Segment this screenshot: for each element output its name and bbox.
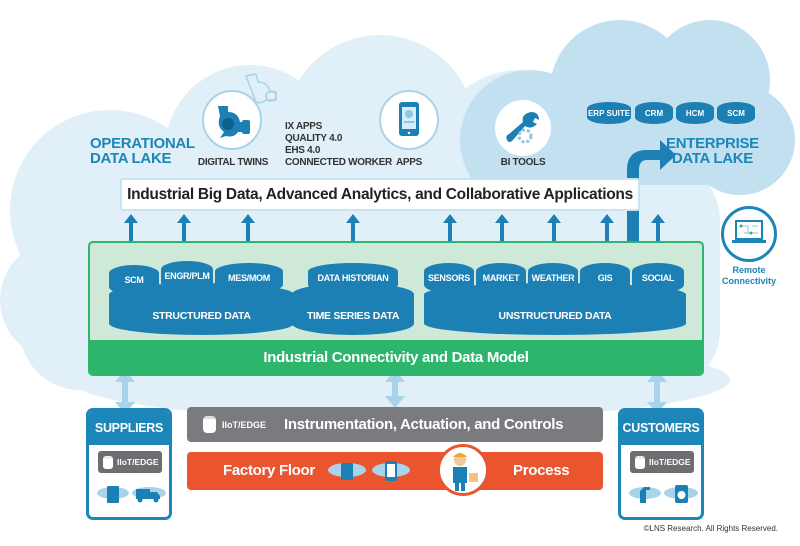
bi-tools-label: BI TOOLS (500, 157, 546, 168)
remote-connectivity-circle (721, 206, 777, 262)
remote-connectivity-label: Remote Connectivity (712, 265, 786, 287)
operational-data-lake-title: OPERATIONAL DATA LAKE (90, 136, 195, 166)
suppliers-title: SUPPLIERS (89, 411, 169, 445)
instrumentation-chip-label: IIoT/EDGE (222, 419, 267, 430)
data-model-box: STRUCTURED DATA SCM ENGR/PLM MES/MOM TIM… (88, 241, 704, 376)
database-icon (103, 455, 113, 469)
db-engr-plm: ENGR/PLM (161, 261, 213, 291)
factory-floor-label: Factory Floor (223, 462, 315, 479)
copyright: ©LNS Research. All Rights Reserved. (643, 524, 778, 533)
wrench-gear-icon (506, 112, 539, 144)
device-icon (107, 486, 119, 503)
enterprise-db-scm: SCM (717, 102, 755, 124)
operational-line1: OPERATIONAL (90, 135, 195, 152)
process-label: Process (513, 462, 570, 479)
customers-box: CUSTOMERS IIoT/EDGE (618, 408, 704, 520)
db-data-historian: DATA HISTORIAN (308, 263, 398, 293)
customers-iiot-chip: IIoT/EDGE (630, 451, 694, 473)
suppliers-iiot-chip: IIoT/EDGE (98, 451, 162, 473)
db-sensors: SENSORS (424, 263, 474, 293)
enterprise-db-crm: CRM (635, 102, 673, 124)
bi-tools-circle (495, 100, 551, 156)
pump-ghost-icon (244, 73, 277, 104)
suppliers-chip-label: IIoT/EDGE (117, 457, 159, 467)
enterprise-db-erp: ERP SUITE (587, 102, 631, 124)
db-gis: GIS (580, 263, 630, 293)
suppliers-icons (97, 486, 166, 503)
meter-icon (341, 463, 353, 480)
enterprise-db-hcm: HCM (676, 102, 714, 124)
worker-icon (453, 453, 478, 491)
database-icon (203, 416, 216, 433)
instrumentation-bar: IIoT/EDGE Instrumentation, Actuation, an… (187, 407, 603, 442)
apps-list-item: EHS 4.0 (285, 145, 321, 156)
apps-label: APPS (395, 157, 423, 168)
db-social: SOCIAL (632, 263, 684, 293)
apps-circle (379, 90, 439, 150)
worker-circle (437, 444, 489, 496)
big-data-analytics-bar: Industrial Big Data, Advanced Analytics,… (120, 178, 640, 211)
factory-device-icons (328, 461, 410, 481)
database-icon (635, 455, 645, 469)
customers-chip-label: IIoT/EDGE (649, 457, 691, 467)
enterprise-line2: DATA LAKE (671, 150, 753, 167)
customers-title: CUSTOMERS (621, 411, 701, 445)
db-scm: SCM (109, 265, 159, 295)
db-mes-mom: MES/MOM (215, 263, 283, 293)
laptop-network-icon (732, 220, 766, 243)
enterprise-data-lake-title: ENTERPRISE DATA LAKE (666, 135, 759, 167)
instrumentation-label: Instrumentation, Actuation, and Controls (284, 416, 564, 433)
connectivity-band: Industrial Connectivity and Data Model (90, 340, 702, 374)
customers-icons (629, 485, 698, 503)
remote-line1: Remote (732, 265, 766, 275)
apps-list-item: QUALITY 4.0 (285, 133, 343, 144)
apps-list: IX APPS QUALITY 4.0 EHS 4.0 CONNECTED WO… (285, 121, 392, 169)
apps-list-item: CONNECTED WORKER (285, 157, 392, 168)
tablet-icon (399, 102, 419, 136)
remote-line2: Connectivity (721, 276, 776, 286)
apps-list-item: IX APPS (285, 121, 322, 132)
factory-floor-bar: Factory Floor Process (187, 444, 603, 496)
operational-line2: DATA LAKE (90, 150, 172, 167)
db-weather: WEATHER (528, 263, 578, 293)
suppliers-box: SUPPLIERS IIoT/EDGE (86, 408, 172, 520)
db-market: MARKET (476, 263, 526, 293)
enterprise-line1: ENTERPRISE (666, 135, 759, 152)
digital-twins-label: DIGITAL TWINS (197, 157, 269, 168)
